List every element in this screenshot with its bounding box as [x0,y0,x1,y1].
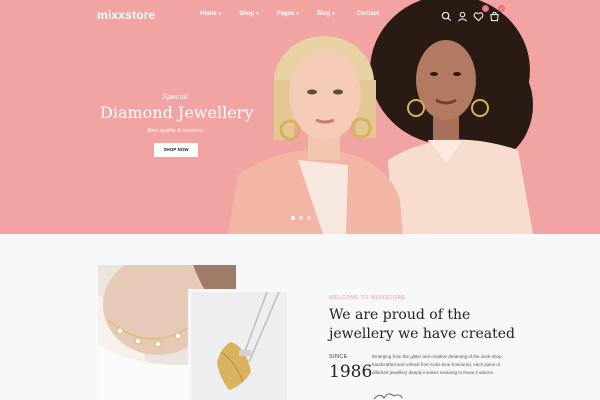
wishlist-count-badge: 0 [482,5,489,12]
hero-banner: mixxstore Home ▾ Shop ▾ Pages ▾ Blog ▾ Conta… [0,0,600,234]
slider-dot[interactable] [307,216,311,220]
cart-count-badge: 0 [498,5,505,12]
about-title: We are proud of the jewellery we have cr… [329,306,529,344]
pendant-image [191,292,287,400]
account-button[interactable] [457,9,469,22]
slider-dots [291,216,311,220]
about-description: Emerging from the glitter and creative d… [372,354,503,375]
nav-shop[interactable]: Shop ▾ [239,11,259,17]
nav-home[interactable]: Home ▾ [200,11,221,17]
nav-shop-label: Shop [239,11,255,17]
signature-image [373,393,403,400]
about-title-line1: We are proud of the [329,307,471,323]
nav-pages[interactable]: Pages ▾ [277,11,299,17]
search-icon [441,11,452,22]
about-title-line2: jewellery we have created [329,326,515,342]
hero-models-image [228,0,533,234]
chevron-down-icon: ▾ [218,11,222,17]
nav-pages-label: Pages [276,11,295,17]
chevron-down-icon: ▾ [296,11,299,17]
chevron-down-icon: ▾ [332,11,335,17]
main-nav: Home ▾ Shop ▾ Pages ▾ Blog ▾ Contact [200,11,397,17]
about-section: WELCOME TO MIXXSTORE We are proud of the… [0,234,600,400]
pendant-photo [191,292,287,400]
hero-subtitle: Best quality & services [147,128,203,134]
header-icons: 0 0 [441,5,505,22]
since-label: SINCE [329,354,348,360]
site-logo[interactable]: mixxstore [97,8,156,22]
slider-dot[interactable] [291,216,295,220]
hero-kicker: Special [162,93,188,101]
about-eyebrow: WELCOME TO MIXXSTORE [329,295,406,301]
nav-contact-label: Contact [356,11,380,17]
hero-title: Diamond Jewellery [100,103,254,122]
nav-blog[interactable]: Blog ▾ [317,11,335,17]
heart-icon [473,12,484,22]
cart-icon [490,11,499,22]
hero-text-block: Special Diamond Jewellery Best quality &… [100,93,254,157]
nav-blog-label: Blog [316,11,331,17]
nav-home-label: Home [200,11,217,17]
since-year: 1986 [329,362,373,382]
user-icon [458,11,467,22]
nav-contact[interactable]: Contact [357,11,379,17]
slider-dot[interactable] [299,216,303,220]
cart-button[interactable]: 0 [489,5,505,22]
shop-now-button[interactable]: SHOP NOW [154,143,198,157]
wishlist-button[interactable]: 0 [473,5,489,22]
site-header: mixxstore Home ▾ Shop ▾ Pages ▾ Blog ▾ Conta… [0,0,600,30]
search-button[interactable] [441,9,453,22]
chevron-down-icon: ▾ [256,11,259,17]
